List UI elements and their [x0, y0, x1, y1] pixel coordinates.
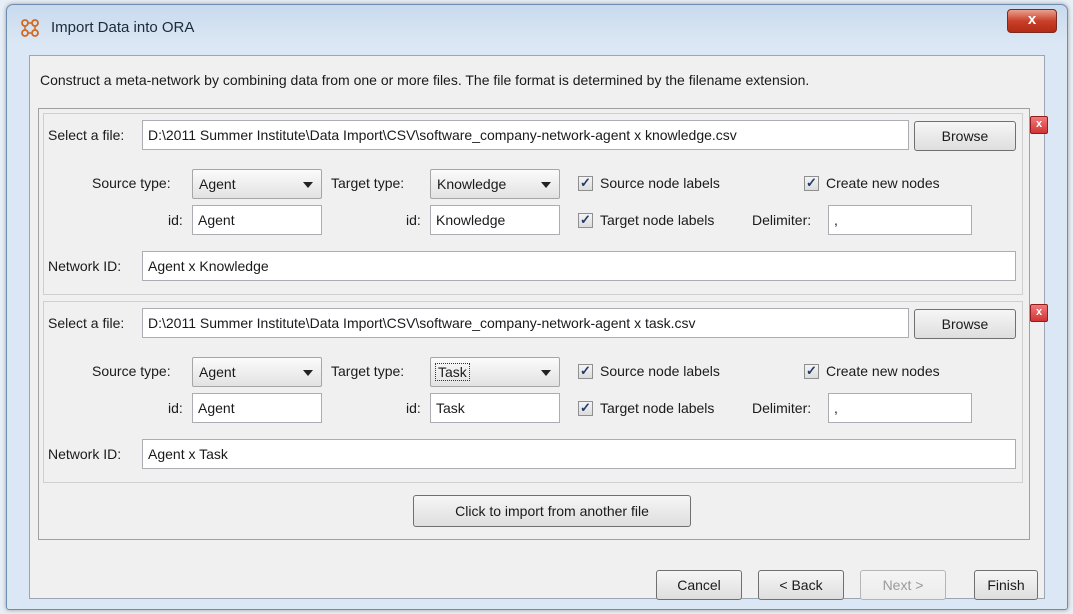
cancel-button[interactable]: Cancel	[656, 570, 742, 600]
remove-file-icon[interactable]: x	[1030, 116, 1048, 134]
files-panel: Select a file: D:\2011 Summer Institute\…	[38, 108, 1048, 540]
select-file-label: Select a file:	[48, 127, 125, 143]
target-node-labels-checkbox[interactable]: ✓	[578, 401, 593, 416]
ora-app-icon	[21, 19, 39, 37]
source-type-label: Source type:	[92, 175, 171, 191]
create-new-nodes-checkbox[interactable]: ✓	[804, 364, 819, 379]
target-id-label: id:	[406, 400, 421, 416]
finish-button[interactable]: Finish	[974, 570, 1038, 600]
target-type-value: Knowledge	[437, 176, 507, 192]
create-new-nodes-label: Create new nodes	[826, 175, 940, 191]
source-id-label: id:	[168, 212, 183, 228]
target-type-label: Target type:	[331, 175, 405, 191]
chevron-down-icon	[303, 182, 313, 188]
source-type-label: Source type:	[92, 363, 171, 379]
import-dialog: Import Data into ORA x Construct a meta-…	[6, 4, 1068, 610]
file-path-field[interactable]: D:\2011 Summer Institute\Data Import\CSV…	[142, 120, 909, 150]
target-id-label: id:	[406, 212, 421, 228]
source-node-labels-label: Source node labels	[600, 363, 720, 379]
target-type-select[interactable]: Task	[430, 357, 560, 387]
delimiter-field[interactable]: ,	[828, 205, 972, 235]
remove-file-icon[interactable]: x	[1030, 304, 1048, 322]
source-node-labels-label: Source node labels	[600, 175, 720, 191]
delimiter-label: Delimiter:	[752, 212, 812, 228]
file-path-field[interactable]: D:\2011 Summer Institute\Data Import\CSV…	[142, 308, 909, 338]
target-node-labels-checkbox[interactable]: ✓	[578, 213, 593, 228]
chevron-down-icon	[541, 182, 551, 188]
chevron-down-icon	[541, 370, 551, 376]
target-node-labels-label: Target node labels	[600, 212, 715, 228]
source-type-select[interactable]: Agent	[192, 169, 322, 199]
dialog-content: Construct a meta-network by combining da…	[29, 55, 1048, 600]
import-another-file-button[interactable]: Click to import from another file	[413, 495, 691, 527]
window-title: Import Data into ORA	[51, 19, 195, 36]
select-file-label: Select a file:	[48, 315, 125, 331]
source-node-labels-checkbox[interactable]: ✓	[578, 364, 593, 379]
browse-button[interactable]: Browse	[914, 309, 1016, 339]
target-type-label: Target type:	[331, 363, 405, 379]
file-import-panel: Select a file: D:\2011 Summer Institute\…	[43, 113, 1048, 295]
network-id-field[interactable]: Agent x Task	[142, 439, 1016, 469]
back-button[interactable]: < Back	[758, 570, 844, 600]
close-button[interactable]: x	[1007, 9, 1057, 33]
create-new-nodes-label: Create new nodes	[826, 363, 940, 379]
source-type-select[interactable]: Agent	[192, 357, 322, 387]
title-bar[interactable]: Import Data into ORA x	[7, 5, 1067, 51]
target-id-field[interactable]: Knowledge	[430, 205, 560, 235]
target-type-select[interactable]: Knowledge	[430, 169, 560, 199]
delimiter-label: Delimiter:	[752, 400, 812, 416]
delimiter-field[interactable]: ,	[828, 393, 972, 423]
target-node-labels-label: Target node labels	[600, 400, 715, 416]
source-node-labels-checkbox[interactable]: ✓	[578, 176, 593, 191]
chevron-down-icon	[303, 370, 313, 376]
instructions-text: Construct a meta-network by combining da…	[40, 72, 810, 88]
source-type-value: Agent	[199, 176, 236, 192]
network-id-label: Network ID:	[48, 446, 122, 462]
source-id-label: id:	[168, 400, 183, 416]
source-id-field[interactable]: Agent	[192, 393, 322, 423]
network-id-label: Network ID:	[48, 258, 122, 274]
target-id-field[interactable]: Task	[430, 393, 560, 423]
target-type-value: Task	[435, 363, 470, 381]
file-import-panel: Select a file: D:\2011 Summer Institute\…	[43, 301, 1048, 483]
source-type-value: Agent	[199, 364, 236, 380]
browse-button[interactable]: Browse	[914, 121, 1016, 151]
source-id-field[interactable]: Agent	[192, 205, 322, 235]
network-id-field[interactable]: Agent x Knowledge	[142, 251, 1016, 281]
next-button[interactable]: Next >	[860, 570, 946, 600]
create-new-nodes-checkbox[interactable]: ✓	[804, 176, 819, 191]
